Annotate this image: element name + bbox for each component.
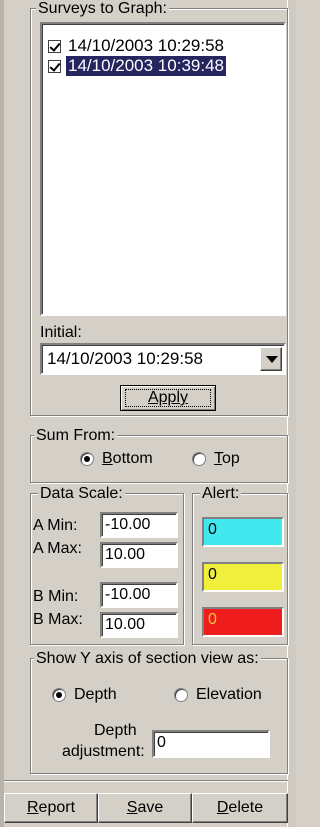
depth-adjustment-label-1: Depth xyxy=(94,722,137,739)
initial-survey-value: 14/10/2003 10:29:58 xyxy=(47,349,203,368)
b-min-input[interactable]: -10.00 xyxy=(100,582,178,608)
b-min-label: B Min: xyxy=(33,588,79,605)
initial-survey-select[interactable]: 14/10/2003 10:29:58 xyxy=(40,343,286,375)
initial-label: Initial: xyxy=(40,324,82,341)
surveys-list[interactable]: 14/10/2003 10:29:58 14/10/2003 10:39:48 xyxy=(40,22,286,316)
top-label[interactable]: Top xyxy=(214,450,240,468)
y-axis-title: Show Y axis of section view as: xyxy=(34,650,261,668)
alert-title: Alert: xyxy=(200,485,242,503)
sum-from-title: Sum From: xyxy=(34,427,118,445)
dropdown-button[interactable] xyxy=(260,347,282,371)
b-max-input[interactable]: 10.00 xyxy=(100,612,178,638)
alert-level-high[interactable]: 0 xyxy=(202,607,284,637)
alert-level-mid[interactable]: 0 xyxy=(202,562,284,592)
panel-left-edge xyxy=(0,0,4,827)
delete-button[interactable]: Delete xyxy=(192,793,288,823)
survey-item-label-selected: 14/10/2003 10:39:48 xyxy=(66,56,226,76)
apply-button[interactable]: Apply xyxy=(120,385,216,411)
elevation-label[interactable]: Elevation xyxy=(196,686,262,704)
bottom-radio[interactable] xyxy=(80,452,94,466)
data-scale-title: Data Scale: xyxy=(38,485,125,503)
apply-button-label: Apply xyxy=(147,389,189,406)
a-max-label: A Max: xyxy=(33,540,82,557)
report-button[interactable]: Report xyxy=(4,793,98,823)
alert-level-low[interactable]: 0 xyxy=(202,517,284,547)
survey-graph-panel: Surveys to Graph: 14/10/2003 10:29:58 14… xyxy=(0,0,296,827)
a-min-label: A Min: xyxy=(33,517,78,534)
b-max-label: B Max: xyxy=(33,611,83,628)
surveys-group-title: Surveys to Graph: xyxy=(36,0,169,18)
chevron-down-icon xyxy=(266,356,278,363)
survey-item-label: 14/10/2003 10:29:58 xyxy=(68,36,224,55)
depth-adjustment-label-2: adjustment: xyxy=(62,743,145,760)
save-button[interactable]: Save xyxy=(98,793,192,823)
bottom-label[interactable]: Bottom xyxy=(102,450,153,468)
survey-checkbox[interactable] xyxy=(48,60,61,73)
a-min-input[interactable]: -10.00 xyxy=(100,512,178,538)
bottom-label-rest: ottom xyxy=(112,450,153,467)
depth-label[interactable]: Depth xyxy=(74,686,117,704)
panel-right-edge xyxy=(287,0,296,827)
depth-radio[interactable] xyxy=(52,688,66,702)
footer-divider xyxy=(4,780,288,782)
depth-adjustment-input[interactable]: 0 xyxy=(152,730,270,758)
a-max-input[interactable]: 10.00 xyxy=(100,542,178,568)
elevation-radio[interactable] xyxy=(174,688,188,702)
top-radio[interactable] xyxy=(192,452,206,466)
survey-checkbox[interactable] xyxy=(48,40,61,53)
